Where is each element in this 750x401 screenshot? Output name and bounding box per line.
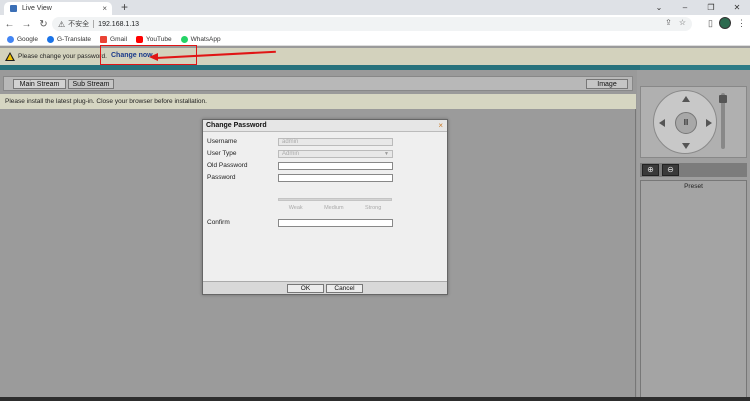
- main-stream-button[interactable]: Main Stream: [13, 79, 66, 89]
- stream-toolbar: Main Stream Sub Stream Image: [3, 76, 633, 91]
- strength-labels: Weak Medium Strong: [278, 205, 392, 211]
- translate-icon: [46, 35, 54, 43]
- toolbar-actions: ▯ ⋮: [708, 17, 746, 29]
- zoom-toolbar: ⊕ ⊖: [640, 163, 747, 177]
- preset-header: Preset: [684, 183, 703, 190]
- password-label: Password: [207, 174, 236, 181]
- bookmark-label: WhatsApp: [190, 35, 221, 43]
- ptz-speed-slider[interactable]: [719, 93, 727, 149]
- strength-strong: Strong: [365, 205, 382, 211]
- chevron-down-icon: ▼: [384, 151, 389, 157]
- bookmark-gmail[interactable]: Gmail: [100, 35, 128, 43]
- browser-toolbar: ← → ↻ ⚠ 不安全 192.168.1.13 ⇪ ☆ ▯ ⋮: [0, 15, 750, 33]
- user-type-value: Admin: [282, 151, 300, 157]
- omnibox-actions: ⇪ ☆: [665, 18, 686, 27]
- profile-avatar[interactable]: [719, 17, 731, 29]
- bookmark-label: YouTube: [146, 35, 172, 43]
- confirm-label: Confirm: [207, 219, 230, 226]
- image-button[interactable]: Image: [586, 79, 628, 89]
- pan-right-icon[interactable]: [706, 119, 712, 127]
- strength-medium: Medium: [324, 205, 344, 211]
- pan-left-icon[interactable]: [659, 119, 665, 127]
- address-divider: [93, 20, 95, 28]
- bookmark-star-icon[interactable]: ☆: [679, 18, 686, 27]
- dialog-close-icon[interactable]: ×: [438, 121, 443, 130]
- zoom-out-icon[interactable]: ⊖: [662, 164, 679, 176]
- bookmark-label: Google: [17, 35, 38, 43]
- ptz-pause-button[interactable]: II: [675, 112, 697, 134]
- zoom-in-icon[interactable]: ⊕: [642, 164, 659, 176]
- strength-bar: [278, 198, 392, 201]
- google-icon: [7, 35, 14, 43]
- browser-tab[interactable]: Live View ×: [4, 2, 112, 15]
- back-icon[interactable]: ←: [2, 19, 17, 30]
- old-password-label: Old Password: [207, 162, 248, 169]
- ptz-panel: II ⊕ ⊖ Preset: [637, 70, 750, 401]
- username-label: Username: [207, 138, 237, 145]
- browser-tab-strip: Live View × + ⌄ – ❐ ✕: [0, 0, 750, 15]
- bottom-strip: [0, 397, 750, 401]
- bookmark-label: Gmail: [110, 35, 128, 43]
- menu-icon[interactable]: ⋮: [737, 18, 746, 29]
- password-strength-meter: Weak Medium Strong: [278, 198, 392, 211]
- strength-weak: Weak: [288, 205, 303, 211]
- dialog-title: Change Password: [203, 120, 447, 132]
- maximize-button[interactable]: ❐: [698, 0, 724, 15]
- not-secure-label: 不安全: [68, 21, 90, 28]
- new-tab-button[interactable]: +: [121, 1, 128, 14]
- bookmark-google[interactable]: Google: [7, 35, 38, 43]
- password-field[interactable]: [278, 174, 393, 182]
- bookmark-whatsapp[interactable]: WhatsApp: [180, 35, 221, 43]
- forward-icon[interactable]: →: [19, 19, 34, 30]
- pan-up-icon[interactable]: [682, 96, 690, 102]
- ptz-direction-pad: II: [653, 90, 717, 154]
- tab-search-button[interactable]: ⌄: [646, 0, 672, 15]
- pan-down-icon[interactable]: [682, 143, 690, 149]
- bookmark-youtube[interactable]: YouTube: [136, 35, 172, 43]
- close-window-button[interactable]: ✕: [724, 0, 750, 15]
- slider-knob[interactable]: [719, 95, 727, 103]
- url-text[interactable]: 192.168.1.13: [98, 21, 139, 28]
- youtube-icon: [136, 35, 144, 43]
- dialog-footer: OK Cancel: [203, 281, 447, 294]
- warning-icon: [5, 52, 15, 61]
- plugin-notice: Please install the latest plug-in. Close…: [0, 94, 636, 109]
- share-icon[interactable]: ⇪: [665, 18, 672, 27]
- user-type-select: Admin ▼: [278, 150, 393, 158]
- ptz-control: II: [640, 86, 747, 158]
- password-warning-message: Please change your password.: [18, 53, 107, 60]
- gmail-icon: [100, 35, 108, 43]
- close-tab-icon[interactable]: ×: [102, 4, 107, 13]
- change-password-dialog: Change Password × Username admin User Ty…: [202, 119, 448, 295]
- bookmark-g-translate[interactable]: G-Translate: [46, 35, 92, 43]
- change-now-link[interactable]: Change now: [111, 52, 153, 59]
- tab-title: Live View: [22, 5, 52, 12]
- bookmark-label: G-Translate: [56, 35, 92, 43]
- ok-button[interactable]: OK: [287, 284, 324, 293]
- cancel-button[interactable]: Cancel: [326, 284, 363, 293]
- preset-panel: Preset: [640, 180, 747, 401]
- favicon-icon: [10, 5, 17, 12]
- sub-stream-button[interactable]: Sub Stream: [68, 79, 114, 89]
- user-type-label: User Type: [207, 150, 237, 157]
- old-password-field[interactable]: [278, 162, 393, 170]
- confirm-password-field[interactable]: [278, 219, 393, 227]
- username-field: admin: [278, 138, 393, 146]
- whatsapp-icon: [180, 35, 188, 43]
- side-panel-icon[interactable]: ▯: [708, 18, 713, 29]
- reload-icon[interactable]: ↻: [36, 19, 51, 30]
- annotation-arrow-icon: [149, 53, 158, 61]
- not-secure-icon[interactable]: ⚠: [58, 20, 65, 29]
- minimize-button[interactable]: –: [672, 0, 698, 15]
- window-controls: ⌄ – ❐ ✕: [646, 0, 750, 15]
- address-bar[interactable]: ⚠ 不安全 192.168.1.13 ⇪ ☆: [52, 17, 692, 31]
